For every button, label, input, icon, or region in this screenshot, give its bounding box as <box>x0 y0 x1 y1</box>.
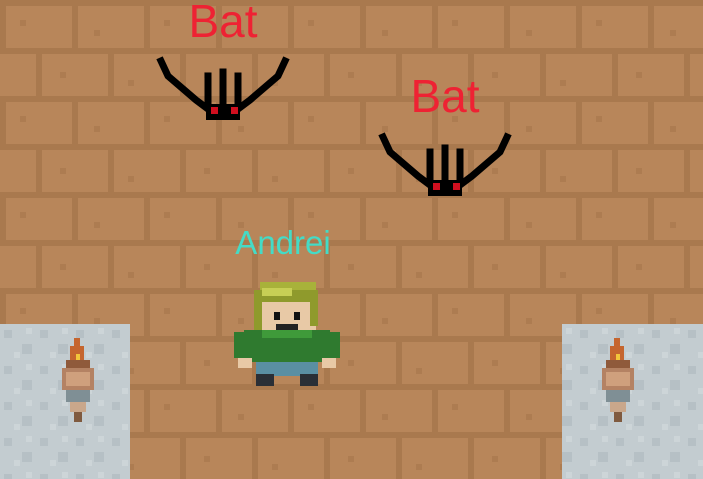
bat-sprite[interactable] <box>378 132 512 198</box>
torch-icon <box>62 338 94 422</box>
bat-sprite[interactable] <box>156 56 290 122</box>
game-scene[interactable]: Bat Bat Andrei <box>0 0 703 479</box>
enemy-label: Bat <box>188 0 258 47</box>
player-sprite[interactable] <box>232 280 342 390</box>
torch-icon <box>602 338 634 422</box>
enemy-label: Bat <box>410 70 480 122</box>
player-label: Andrei <box>235 224 331 261</box>
